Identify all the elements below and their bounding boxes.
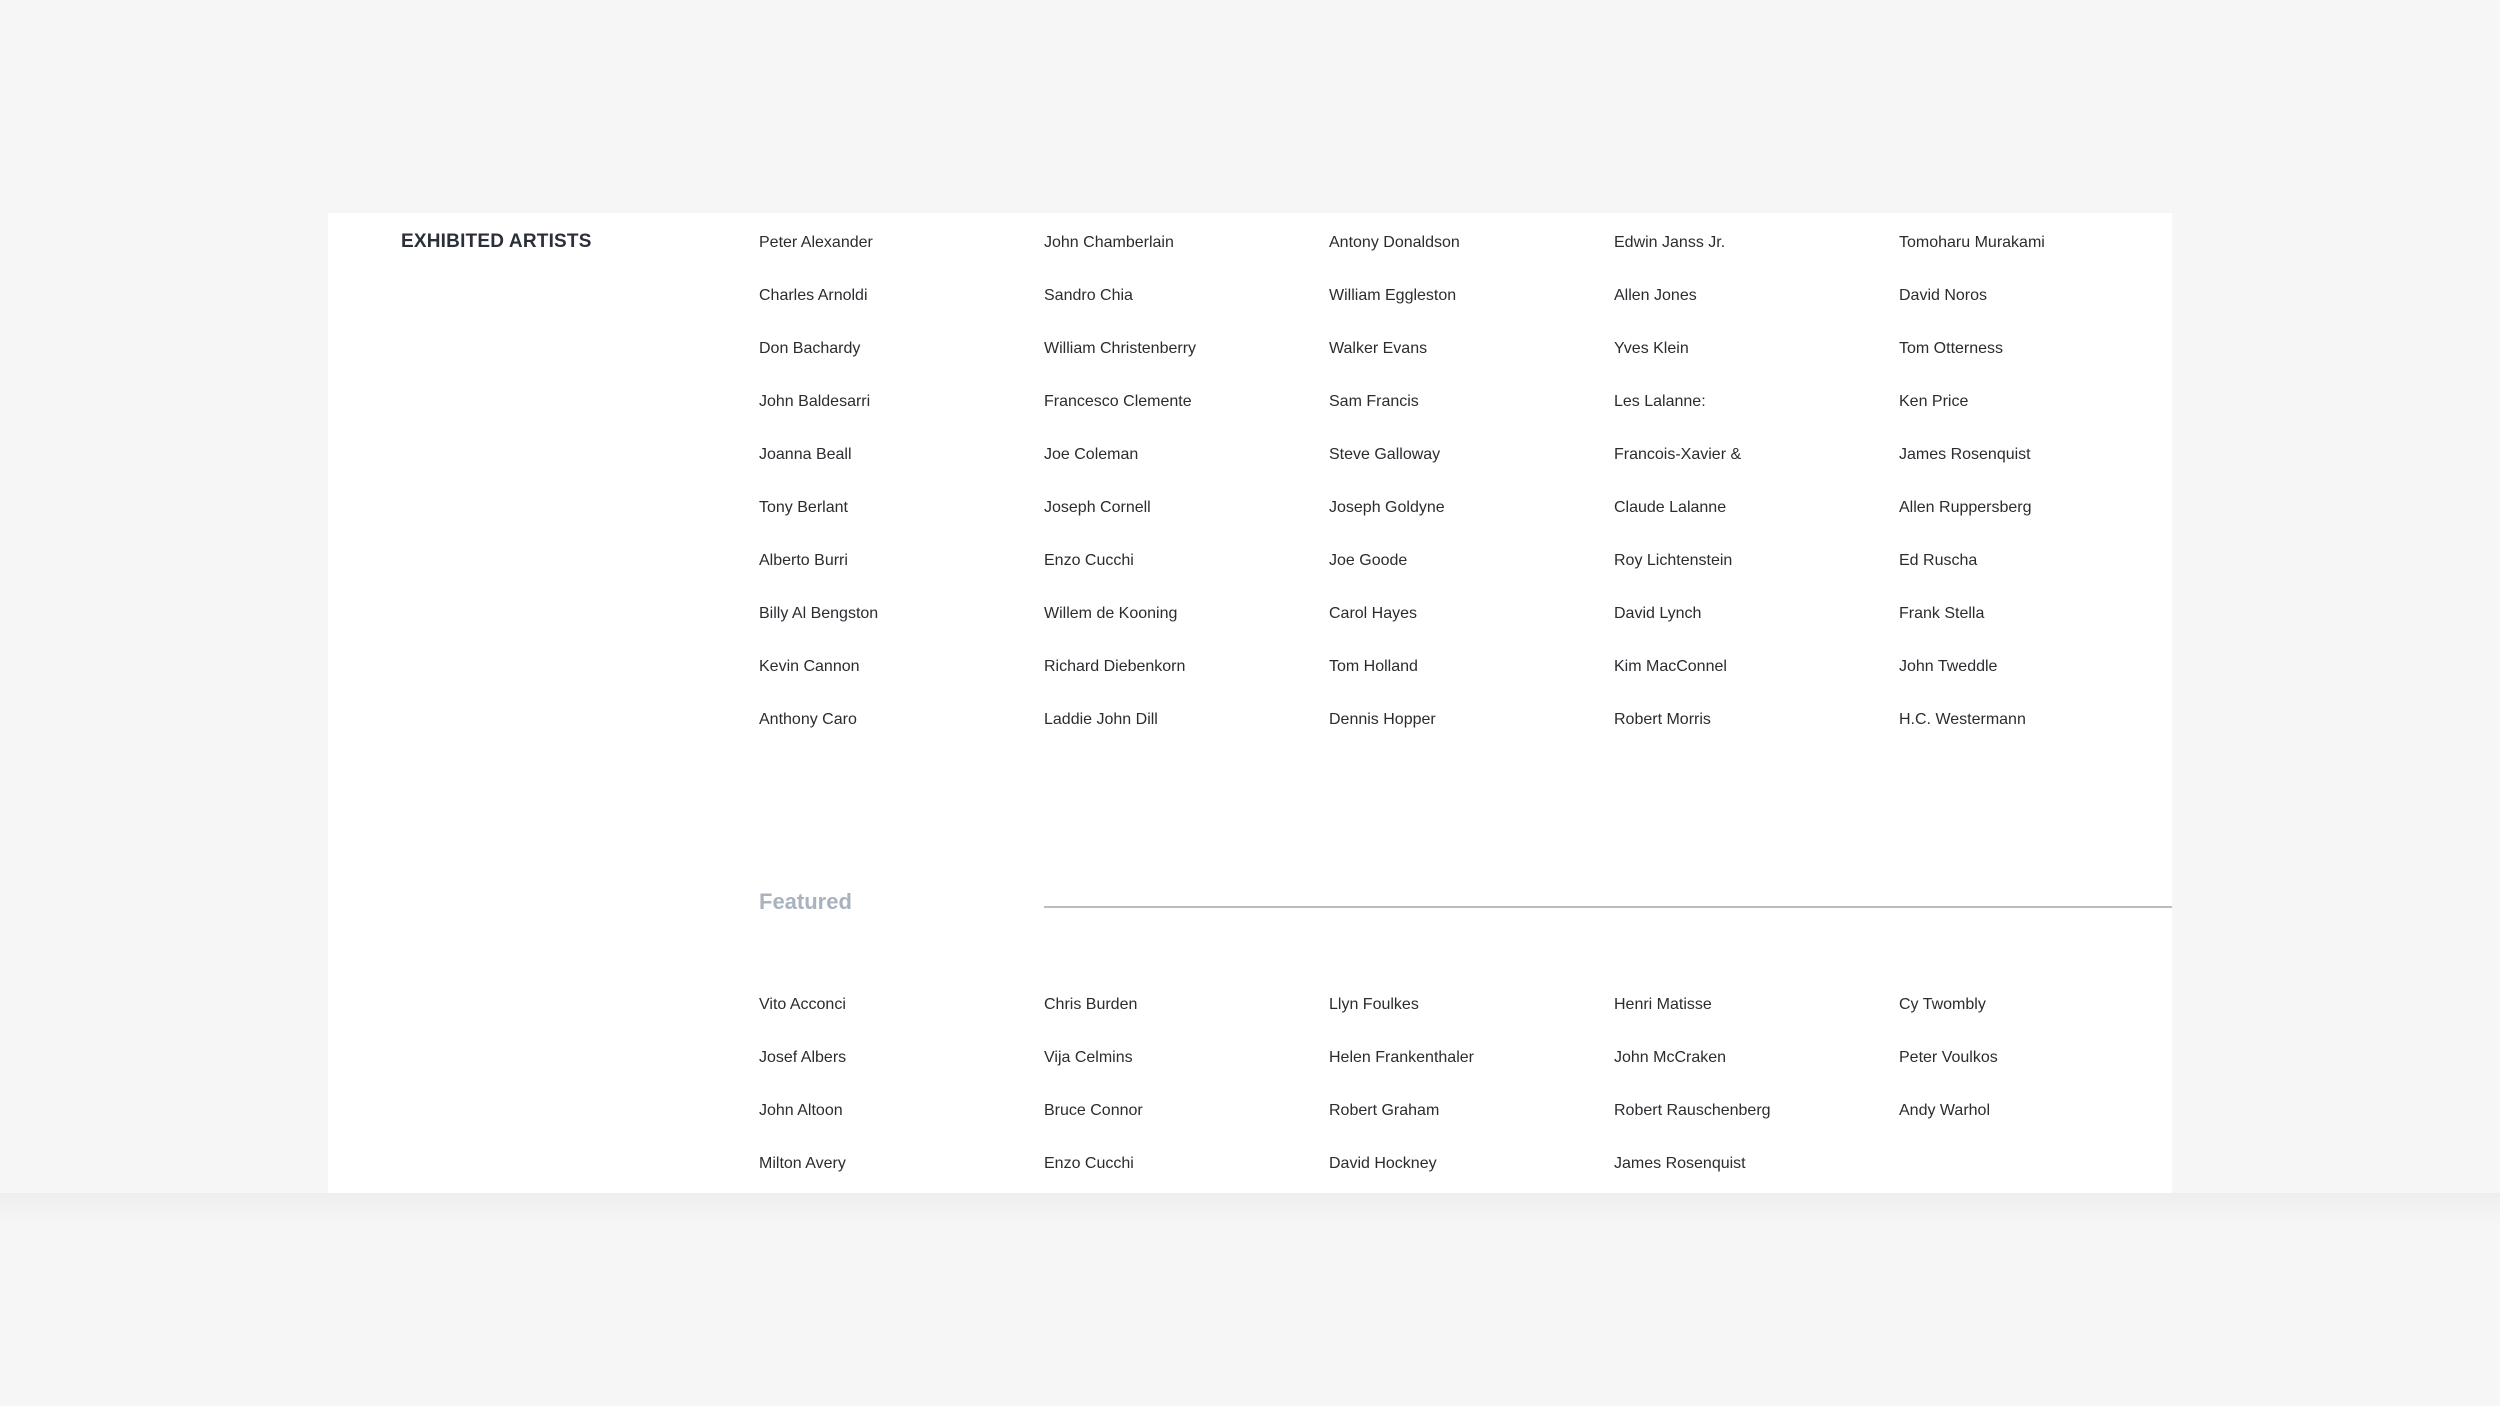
artist-link[interactable]: H.C. Westermann <box>1899 710 2172 763</box>
artist-link[interactable]: Sandro Chia <box>1044 286 1329 339</box>
panel-shadow <box>0 1193 2500 1223</box>
artist-link[interactable]: Yves Klein <box>1614 339 1899 392</box>
artist-link[interactable]: Sam Francis <box>1329 392 1614 445</box>
artist-link[interactable]: Milton Avery <box>759 1154 1044 1193</box>
artist-link[interactable]: Allen Jones <box>1614 286 1899 339</box>
artist-link[interactable]: Don Bachardy <box>759 339 1044 392</box>
exhibited-artists-grid: Peter Alexander John Chamberlain Antony Do… <box>759 233 2172 763</box>
artist-link[interactable]: Chris Burden <box>1044 995 1329 1048</box>
artist-link[interactable]: Frank Stella <box>1899 604 2172 657</box>
artist-link[interactable]: Joe Goode <box>1329 551 1614 604</box>
artist-link[interactable]: John McCraken <box>1614 1048 1899 1101</box>
artist-link[interactable]: James Rosenquist <box>1899 445 2172 498</box>
artist-link[interactable]: Peter Alexander <box>759 233 1044 286</box>
artist-link[interactable]: Helen Frankenthaler <box>1329 1048 1614 1101</box>
artist-link[interactable]: Tony Berlant <box>759 498 1044 551</box>
artist-link[interactable]: Enzo Cucchi <box>1044 551 1329 604</box>
artist-link[interactable]: Enzo Cucchi <box>1044 1154 1329 1193</box>
artist-link[interactable]: Joseph Goldyne <box>1329 498 1614 551</box>
artist-link[interactable]: Joe Coleman <box>1044 445 1329 498</box>
artist-link[interactable]: Tomoharu Murakami <box>1899 233 2172 286</box>
artist-link[interactable]: Llyn Foulkes <box>1329 995 1614 1048</box>
artist-link[interactable]: Robert Graham <box>1329 1101 1614 1154</box>
artist-link[interactable]: Francesco Clemente <box>1044 392 1329 445</box>
artist-link[interactable]: Peter Voulkos <box>1899 1048 2172 1101</box>
artist-link[interactable]: John Baldesarri <box>759 392 1044 445</box>
artist-link[interactable]: Joseph Cornell <box>1044 498 1329 551</box>
artist-link[interactable]: Claude Lalanne <box>1614 498 1899 551</box>
artist-link[interactable]: Ed Ruscha <box>1899 551 2172 604</box>
artist-link[interactable]: Tom Otterness <box>1899 339 2172 392</box>
artist-link[interactable]: Cy Twombly <box>1899 995 2172 1048</box>
artist-link[interactable]: William Christenberry <box>1044 339 1329 392</box>
artist-link[interactable]: Joanna Beall <box>759 445 1044 498</box>
artist-link[interactable]: Walker Evans <box>1329 339 1614 392</box>
artist-link[interactable]: Josef Albers <box>759 1048 1044 1101</box>
artist-link[interactable]: Vito Acconci <box>759 995 1044 1048</box>
exhibited-artists-heading: EXHIBITED ARTISTS <box>401 231 592 252</box>
artist-link[interactable]: Andy Warhol <box>1899 1101 2172 1154</box>
artist-link[interactable]: James Rosenquist <box>1614 1154 1899 1193</box>
artist-link[interactable]: Laddie John Dill <box>1044 710 1329 763</box>
artist-link[interactable]: Billy Al Bengston <box>759 604 1044 657</box>
artist-link[interactable]: Vija Celmins <box>1044 1048 1329 1101</box>
artist-link[interactable]: Edwin Janss Jr. <box>1614 233 1899 286</box>
empty-cell <box>1899 1154 2172 1193</box>
artist-link[interactable]: Antony Donaldson <box>1329 233 1614 286</box>
artists-panel: EXHIBITED ARTISTS Peter Alexander John Ch… <box>328 213 2172 1193</box>
artist-link[interactable]: David Lynch <box>1614 604 1899 657</box>
artist-link[interactable]: Tom Holland <box>1329 657 1614 710</box>
artist-link[interactable]: Carol Hayes <box>1329 604 1614 657</box>
artist-link[interactable]: Robert Morris <box>1614 710 1899 763</box>
artist-link[interactable]: Les Lalanne: <box>1614 392 1899 445</box>
artist-link[interactable]: Charles Arnoldi <box>759 286 1044 339</box>
artist-link[interactable]: David Hockney <box>1329 1154 1614 1193</box>
artist-link[interactable]: David Noros <box>1899 286 2172 339</box>
artist-link[interactable]: John Tweddle <box>1899 657 2172 710</box>
artist-link[interactable]: Kim MacConnel <box>1614 657 1899 710</box>
artist-link[interactable]: Dennis Hopper <box>1329 710 1614 763</box>
artist-link[interactable]: Allen Ruppersberg <box>1899 498 2172 551</box>
artist-link[interactable]: Roy Lichtenstein <box>1614 551 1899 604</box>
artist-link[interactable]: Robert Rauschenberg <box>1614 1101 1899 1154</box>
featured-artists-grid: Vito Acconci Chris Burden Llyn Foulkes Henr… <box>759 995 2172 1193</box>
artist-link[interactable]: Francois-Xavier & <box>1614 445 1899 498</box>
artist-link[interactable]: John Altoon <box>759 1101 1044 1154</box>
artist-link[interactable]: Richard Diebenkorn <box>1044 657 1329 710</box>
artist-link[interactable]: William Eggleston <box>1329 286 1614 339</box>
artist-link[interactable]: John Chamberlain <box>1044 233 1329 286</box>
artist-link[interactable]: Willem de Kooning <box>1044 604 1329 657</box>
artist-link[interactable]: Henri Matisse <box>1614 995 1899 1048</box>
artist-link[interactable]: Alberto Burri <box>759 551 1044 604</box>
featured-heading: Featured <box>759 889 852 914</box>
artist-link[interactable]: Ken Price <box>1899 392 2172 445</box>
artist-link[interactable]: Kevin Cannon <box>759 657 1044 710</box>
featured-divider <box>1044 906 2172 908</box>
artist-link[interactable]: Anthony Caro <box>759 710 1044 763</box>
artist-link[interactable]: Bruce Connor <box>1044 1101 1329 1154</box>
artist-link[interactable]: Steve Galloway <box>1329 445 1614 498</box>
